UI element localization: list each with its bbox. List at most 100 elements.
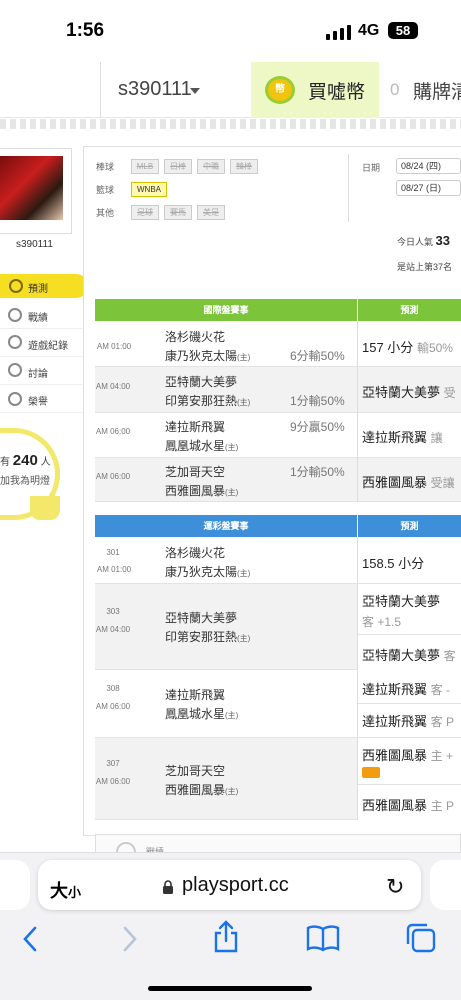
- buy-coin-label[interactable]: 買噓幣: [308, 77, 365, 104]
- header-divider: [100, 62, 101, 118]
- intl-pred-header: 預測: [358, 299, 461, 321]
- cell-divider: [358, 784, 461, 785]
- game-time: AM 01:00: [96, 565, 132, 574]
- tag-horse[interactable]: 賽馬: [164, 205, 192, 220]
- away-team: 芝加哥天空: [165, 764, 226, 778]
- network-label: 4G: [358, 22, 380, 39]
- filter-label-baseball: 棒球: [96, 162, 115, 172]
- away-team: 洛杉磯火花: [165, 330, 226, 344]
- handicap: 1分輸50%: [290, 394, 345, 408]
- game-time: AM 04:00: [95, 625, 131, 634]
- game-time: AM 06:00: [95, 427, 131, 436]
- home-team: 鳳凰城水星(主): [165, 439, 239, 453]
- home-team: 西雅圖風暴(主): [165, 783, 239, 797]
- pencil-icon: [8, 363, 22, 377]
- prediction: 西雅圖風暴 主 +: [362, 748, 453, 763]
- game-time: AM 06:00: [95, 777, 131, 786]
- share-icon[interactable]: [212, 920, 240, 954]
- away-team: 達拉斯飛翼: [165, 688, 226, 702]
- away-team: 芝加哥天空: [165, 465, 226, 479]
- prediction: 達拉斯飛翼 客 -: [362, 682, 450, 697]
- badge-icon: [362, 767, 380, 778]
- cell-divider: [358, 634, 461, 635]
- prediction: 西雅圖風暴 受讓: [362, 475, 455, 490]
- clock: 1:56: [66, 20, 105, 41]
- battery-icon: 58: [388, 22, 418, 39]
- tag-wnba[interactable]: WNBA: [131, 182, 167, 197]
- game-number: 301: [106, 548, 120, 557]
- sport-table-header: 運彩盤賽事: [95, 515, 357, 537]
- home-team: 鳳凰城水星(主): [165, 707, 239, 721]
- column-divider: [357, 322, 358, 502]
- filter-label-basketball: 籃球: [96, 185, 115, 195]
- username-dropdown[interactable]: s390111: [118, 78, 192, 101]
- game-number: 307: [106, 759, 120, 768]
- medal-icon: [8, 392, 22, 406]
- tag-football[interactable]: 美足: [197, 205, 225, 220]
- away-team: 達拉斯飛翼: [165, 420, 226, 434]
- prediction: 亞特蘭大美夢 受: [362, 385, 456, 400]
- site-rank: 是站上第37名: [397, 262, 453, 272]
- popularity-today: 今日人氣 33: [397, 233, 450, 248]
- home-team: 印第安那狂熱(主): [165, 630, 251, 644]
- prediction: 達拉斯飛翼 讓: [362, 430, 443, 445]
- column-divider: [357, 538, 358, 820]
- date-option[interactable]: 08/24 (四): [396, 158, 461, 174]
- date-label: 日期: [362, 163, 381, 173]
- tab-preview-left[interactable]: [0, 860, 30, 910]
- prediction: 158.5 小分: [362, 556, 425, 571]
- filter-label-other: 其他: [96, 208, 115, 218]
- game-time: AM 06:00: [95, 702, 131, 711]
- tabs-icon[interactable]: [404, 922, 438, 954]
- handicap: 1分輸50%: [290, 465, 345, 479]
- sidebar-item-label: 遊戲紀錄: [28, 341, 68, 352]
- buy-list-link[interactable]: 購牌清: [413, 77, 461, 104]
- cell-divider: [358, 703, 461, 704]
- prediction: 達拉斯飛翼 客 P: [362, 714, 454, 729]
- forward-icon[interactable]: [120, 925, 140, 953]
- prediction: 157 小分 輸50%: [362, 340, 453, 355]
- follow-as-lamp-link[interactable]: 加我為明燈: [0, 472, 50, 487]
- chat-icon: [8, 308, 22, 322]
- home-team: 西雅圖風暴(主): [165, 484, 239, 498]
- target-icon: [9, 279, 23, 293]
- date-option[interactable]: 08/27 (日): [396, 180, 461, 196]
- tag-kbo[interactable]: 韓棒: [230, 159, 258, 174]
- coin-icon: 幣: [265, 76, 295, 104]
- sidebar-item-label: 討論: [28, 369, 48, 380]
- header-divider-strip: [0, 119, 461, 129]
- home-team: 康乃狄克太陽(主): [165, 565, 251, 579]
- lightbulb-base: [30, 496, 60, 520]
- game-number: 308: [106, 684, 120, 693]
- game-time: AM 06:00: [95, 472, 131, 481]
- filter-divider: [348, 154, 349, 222]
- sidebar-item-label: 榮譽: [28, 397, 48, 408]
- prediction: 西雅圖風暴 主 P: [362, 798, 454, 813]
- handicap: 6分輸50%: [290, 349, 345, 363]
- game-number: 303: [106, 607, 120, 616]
- bookmarks-icon[interactable]: [306, 924, 340, 952]
- signal-icon: [326, 24, 352, 40]
- sidebar-item-label: 戰績: [28, 313, 48, 324]
- tag-cpbl[interactable]: 中職: [197, 159, 225, 174]
- avatar[interactable]: [0, 156, 63, 220]
- prediction: 亞特蘭大美夢 客: [362, 648, 456, 663]
- tab-preview-right[interactable]: [430, 860, 461, 910]
- back-icon[interactable]: [20, 925, 40, 953]
- reload-icon[interactable]: ↻: [386, 874, 404, 900]
- away-team: 亞特蘭大美夢: [165, 611, 238, 625]
- url-text[interactable]: playsport.cc: [182, 874, 289, 897]
- chevron-down-icon[interactable]: [190, 88, 200, 94]
- tag-mlb[interactable]: MLB: [131, 159, 159, 174]
- home-team: 印第安那狂熱(主): [165, 394, 251, 408]
- text-size-button[interactable]: 大小: [50, 877, 81, 903]
- lock-icon: [163, 880, 173, 894]
- buy-list-count: 0: [390, 80, 400, 99]
- sport-pred-header: 預測: [358, 515, 461, 537]
- tag-jpn-baseball[interactable]: 日棒: [164, 159, 192, 174]
- game-time: AM 04:00: [95, 382, 131, 391]
- away-team: 亞特蘭大美夢: [165, 375, 238, 389]
- tag-soccer[interactable]: 足球: [131, 205, 159, 220]
- circle-icon: [8, 335, 22, 349]
- home-indicator: [148, 986, 312, 991]
